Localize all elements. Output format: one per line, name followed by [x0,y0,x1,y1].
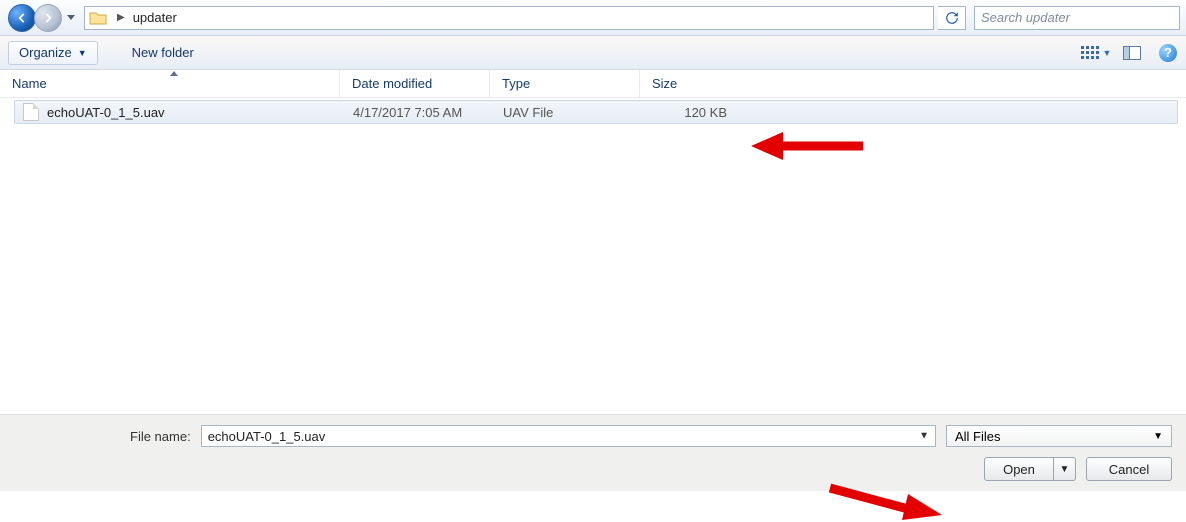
column-header-type[interactable]: Type [490,70,640,97]
view-options-button[interactable]: ▼ [1086,43,1106,63]
details-view-icon [1081,46,1099,59]
preview-pane-icon [1123,46,1141,60]
column-header-name[interactable]: Name [0,70,340,97]
preview-pane-button[interactable] [1122,43,1142,63]
toolbar-right: ▼ ? [1086,36,1178,69]
file-name-value: echoUAT-0_1_5.uav [208,429,326,444]
recent-locations-button[interactable] [62,4,80,32]
file-row[interactable]: echoUAT-0_1_5.uav 4/17/2017 7:05 AM UAV … [14,100,1178,124]
file-date: 4/17/2017 7:05 AM [341,105,491,120]
chevron-down-icon: ▼ [1153,431,1163,442]
column-headers: Name Date modified Type Size [0,70,1186,98]
open-split-button[interactable]: ▼ [1054,457,1076,481]
breadcrumb-folder-text: updater [133,10,177,25]
refresh-button[interactable] [938,6,966,30]
help-button[interactable]: ? [1158,43,1178,63]
forward-button[interactable] [34,4,62,32]
nav-history-buttons [8,4,80,32]
file-size: 120 KB [641,105,727,120]
address-bar[interactable]: ▶ updater [84,6,934,30]
folder-icon [85,10,111,25]
open-button-group: Open ▼ [984,457,1076,481]
file-type-filter[interactable]: All Files ▼ [946,425,1172,447]
breadcrumb-root[interactable]: ▶ [111,7,131,29]
chevron-down-icon[interactable]: ▼ [919,431,929,442]
file-list[interactable]: echoUAT-0_1_5.uav 4/17/2017 7:05 AM UAV … [0,98,1186,414]
search-input[interactable]: Search updater [974,6,1180,30]
back-button[interactable] [8,4,36,32]
file-name-input[interactable]: echoUAT-0_1_5.uav ▼ [201,425,936,447]
bottom-panel: File name: echoUAT-0_1_5.uav ▼ All Files… [0,414,1186,491]
chevron-down-icon: ▼ [78,48,87,58]
cancel-button[interactable]: Cancel [1086,457,1172,481]
file-type: UAV File [491,105,641,120]
file-icon [23,103,39,121]
column-header-date[interactable]: Date modified [340,70,490,97]
file-name: echoUAT-0_1_5.uav [47,105,165,120]
organize-button[interactable]: Organize ▼ [8,41,98,65]
new-folder-button[interactable]: New folder [122,45,204,60]
chevron-right-icon: ▶ [117,12,125,23]
open-button[interactable]: Open [984,457,1054,481]
search-placeholder: Search updater [981,10,1070,25]
file-name-label: File name: [130,429,191,444]
file-type-filter-label: All Files [955,429,1001,444]
command-bar: Organize ▼ New folder ▼ ? [0,36,1186,70]
navigation-bar: ▶ updater Search updater [0,0,1186,36]
help-icon: ? [1159,44,1177,62]
organize-label: Organize [19,45,72,60]
column-header-size[interactable]: Size [640,70,740,97]
breadcrumb-folder[interactable]: updater [131,7,179,29]
